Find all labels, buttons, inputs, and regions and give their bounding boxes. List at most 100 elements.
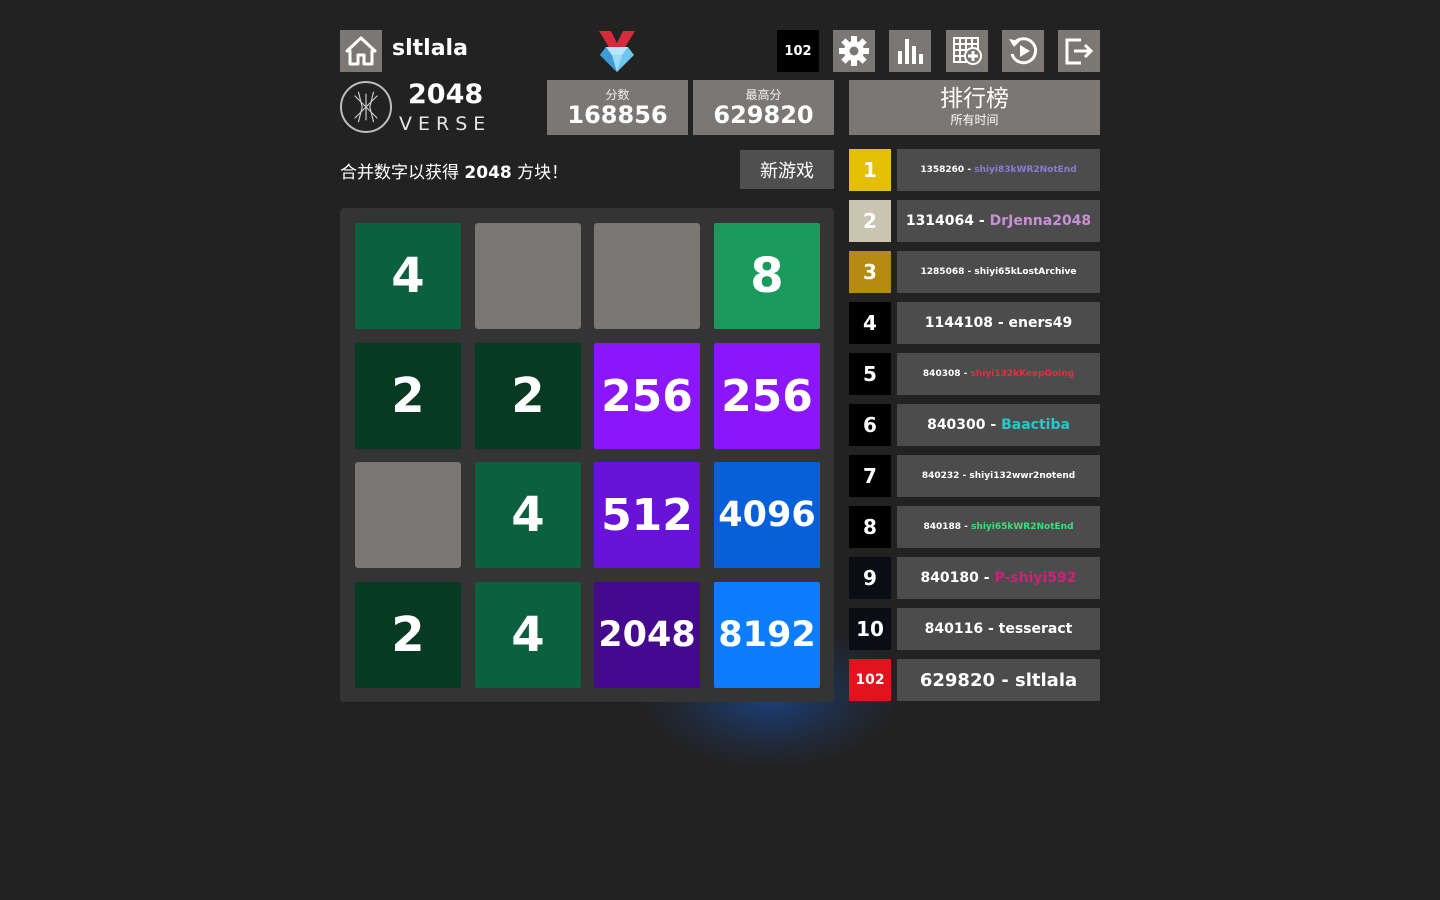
best-score-box: 最高分 629820 <box>693 80 834 135</box>
replay-icon <box>1009 37 1038 65</box>
leaderboard-score: 840308 <box>922 369 961 379</box>
leaderboard-entry[interactable]: 1314064 - DrJenna2048 <box>897 200 1100 242</box>
leaderboard-score: 1144108 <box>924 315 993 331</box>
settings-icon <box>839 36 869 66</box>
tile: 256 <box>714 343 820 449</box>
leaderboard-score: 1285068 <box>920 267 965 277</box>
tile: 8 <box>714 223 820 329</box>
leaderboard-rank: 102 <box>849 659 891 701</box>
leaderboard-separator: - <box>959 471 970 481</box>
tagline-suffix: 方块！ <box>517 163 569 183</box>
leaderboard-player-name: tesseract <box>998 621 1073 637</box>
leaderboard-player-name: shiyi132kKeepGoing <box>970 369 1075 379</box>
score-label: 分数 <box>605 88 630 102</box>
logo-title: 2048 <box>408 79 484 110</box>
tile: 2 <box>355 582 461 688</box>
leaderboard-score: 629820 <box>919 669 995 691</box>
username: sltlala <box>392 36 468 61</box>
best-label: 最高分 <box>745 88 782 102</box>
leaderboard-header[interactable]: 排行榜 所有时间 <box>849 80 1100 135</box>
logout-button[interactable] <box>1058 30 1100 72</box>
tile: 4 <box>355 223 461 329</box>
leaderboard-rank: 2 <box>849 200 891 242</box>
leaderboard-entry[interactable]: 840116 - tesseract <box>897 608 1100 650</box>
tile: 2048 <box>594 582 700 688</box>
leaderboard-player-name: shiyi65kWR2NotEnd <box>971 522 1074 532</box>
tile: 512 <box>594 462 700 568</box>
leaderboard-separator: - <box>964 267 975 277</box>
leaderboard-entry[interactable]: 840180 - P-shiyi592 <box>897 557 1100 599</box>
board-cell <box>475 223 581 329</box>
score-value: 168856 <box>567 101 668 129</box>
gem-medal-icon <box>596 29 638 73</box>
leaderboard-score: 840300 <box>927 417 986 433</box>
leaderboard-player-name: shiyi132wwr2notend <box>969 471 1076 481</box>
logo-subtitle: VERSE <box>399 113 492 135</box>
tagline: 合并数字以获得 2048 方块！ <box>340 158 568 183</box>
leaderboard-separator: - <box>995 669 1016 691</box>
leaderboard-separator: - <box>978 570 995 586</box>
home-icon <box>345 36 377 66</box>
tile: 2 <box>475 343 581 449</box>
leaderboard-rank: 10 <box>849 608 891 650</box>
leaderboard-rank: 3 <box>849 251 891 293</box>
leaderboard-score: 1358260 <box>920 165 965 175</box>
leaderboard-entry[interactable]: 840232 - shiyi132wwr2notend <box>897 455 1100 497</box>
board-cell <box>355 462 461 568</box>
leaderboard-rank: 8 <box>849 506 891 548</box>
leaderboard-player-name: shiyi65kLostArchive <box>974 267 1077 277</box>
leaderboard-rank: 4 <box>849 302 891 344</box>
replay-button[interactable] <box>1002 30 1044 72</box>
leaderboard-separator: - <box>992 315 1009 331</box>
tile: 4096 <box>714 462 820 568</box>
leaderboard-player-name: sltlala <box>1015 669 1078 691</box>
leaderboard-player-name: DrJenna2048 <box>989 213 1092 229</box>
leaderboard-separator: - <box>961 522 972 532</box>
leaderboard-entry[interactable]: 1358260 - shiyi83kWR2NotEnd <box>897 149 1100 191</box>
leaderboard-separator: - <box>960 369 971 379</box>
leaderboard-entry[interactable]: 840300 - Baactiba <box>897 404 1100 446</box>
leaderboard-entry[interactable]: 629820 - sltlala <box>897 659 1100 701</box>
leaderboard-separator: - <box>974 213 990 229</box>
leaderboard-rank: 6 <box>849 404 891 446</box>
leaderboard-player-name: eners49 <box>1008 315 1073 331</box>
leaderboard-title: 排行榜 <box>940 86 1009 112</box>
leaderboard-entry[interactable]: 840308 - shiyi132kKeepGoing <box>897 353 1100 395</box>
tile: 256 <box>594 343 700 449</box>
leaderboard-score: 840180 <box>920 570 979 586</box>
verse-logo-icon <box>340 81 392 133</box>
leaderboard-score: 840232 <box>921 471 960 481</box>
game-board[interactable]: 4 8 2 2 256 256 4 512 4096 2 4 2048 8192 <box>340 208 834 702</box>
leaderboard-score: 840116 <box>924 621 984 637</box>
tagline-prefix: 合并数字以获得 <box>340 163 459 183</box>
stats-icon <box>898 39 923 64</box>
settings-button[interactable] <box>833 30 875 72</box>
leaderboard-entry[interactable]: 1144108 - eners49 <box>897 302 1100 344</box>
score-box: 分数 168856 <box>547 80 688 135</box>
home-button[interactable] <box>340 30 382 72</box>
new-board-button[interactable] <box>946 30 988 72</box>
board-cell <box>594 223 700 329</box>
leaderboard-rank: 1 <box>849 149 891 191</box>
leaderboard-subtitle: 所有时间 <box>950 113 999 127</box>
leaderboard-entry[interactable]: 840188 - shiyi65kWR2NotEnd <box>897 506 1100 548</box>
leaderboard-rank: 9 <box>849 557 891 599</box>
leaderboard-score: 1314064 <box>905 213 975 229</box>
tile: 8192 <box>714 582 820 688</box>
leaderboard-rank: 7 <box>849 455 891 497</box>
stats-button[interactable] <box>889 30 931 72</box>
rank-badge[interactable]: 102 <box>777 30 819 72</box>
tile: 4 <box>475 582 581 688</box>
leaderboard-score: 840188 <box>923 522 962 532</box>
leaderboard-separator: - <box>983 621 999 637</box>
tile: 4 <box>475 462 581 568</box>
leaderboard-player-name: P-shiyi592 <box>994 570 1077 586</box>
leaderboard-separator: - <box>985 417 1002 433</box>
tile: 2 <box>355 343 461 449</box>
leaderboard-entry[interactable]: 1285068 - shiyi65kLostArchive <box>897 251 1100 293</box>
best-value: 629820 <box>713 101 814 129</box>
leaderboard-rank: 5 <box>849 353 891 395</box>
tagline-target: 2048 <box>464 163 512 183</box>
leaderboard-player-name: shiyi83kWR2NotEnd <box>974 165 1077 175</box>
new-game-button[interactable]: 新游戏 <box>740 150 834 189</box>
